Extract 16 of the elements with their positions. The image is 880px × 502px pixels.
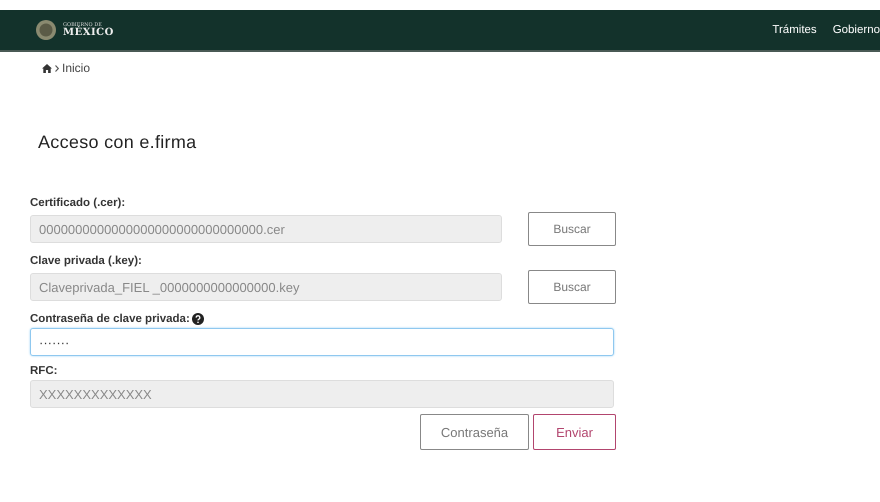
nav-link[interactable]: Trámites (772, 24, 817, 36)
field-label: RFC: (30, 365, 58, 377)
logo-title: MÉXICO (63, 28, 114, 38)
breadcrumb-link[interactable]: Inicio (62, 61, 90, 75)
home-icon[interactable] (42, 64, 52, 72)
submit-button[interactable]: Enviar (533, 414, 616, 450)
chevron-icon (55, 64, 59, 72)
field-label: Clave privada (.key): (30, 255, 142, 267)
seal-icon (35, 19, 57, 41)
field-label: Certificado (.cer): (30, 197, 126, 209)
field-label: Contraseña de clave privada: (30, 313, 190, 325)
password-button[interactable]: Contraseña (420, 414, 530, 450)
password-field[interactable]: ······· (30, 328, 614, 356)
nav-link[interactable]: Gobierno (832, 24, 880, 36)
help-icon[interactable] (192, 313, 204, 325)
page-title: Acceso con e.firma (38, 132, 198, 154)
